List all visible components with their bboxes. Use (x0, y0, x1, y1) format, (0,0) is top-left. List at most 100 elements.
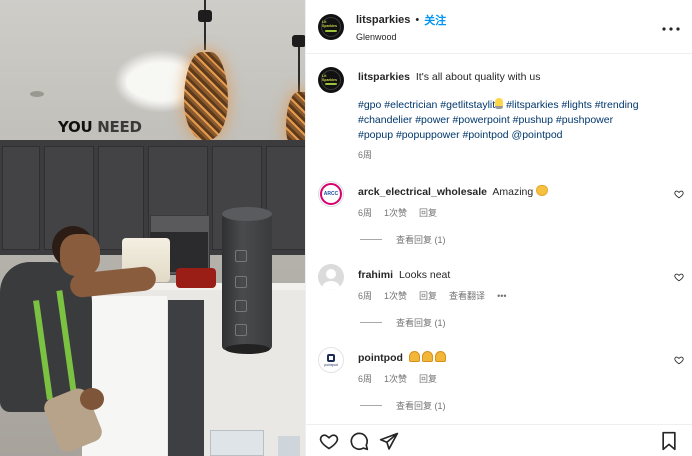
pod-usb-socket (235, 250, 247, 262)
pendant-cord-2 (298, 40, 300, 95)
commenter-avatar[interactable]: ARCC (318, 181, 344, 207)
hashtags-line-1b[interactable]: #litsparkies #lights #trending (503, 99, 639, 111)
pod-power-socket (235, 300, 247, 312)
more-options-icon[interactable] (662, 19, 680, 35)
comment-like-icon[interactable] (674, 355, 684, 365)
counter-shadow (168, 300, 204, 456)
share-icon[interactable] (378, 430, 400, 452)
avatar-ring: ARCC (320, 183, 342, 205)
post-action-bar (306, 424, 692, 456)
comment-icon[interactable] (348, 430, 370, 452)
comment-item: frahimi Looks neat 6周 1次赞 回复 查看翻译 ••• (306, 264, 692, 304)
default-avatar-head (326, 269, 336, 279)
view-replies[interactable]: 查看回复 (1) (306, 399, 692, 412)
commenter-username[interactable]: pointpod (358, 352, 403, 364)
comment-glyph (350, 432, 369, 450)
caption-age[interactable]: 6周 (358, 148, 678, 163)
pray-emoji-icon (408, 351, 420, 362)
comment-text: Amazing (492, 186, 534, 198)
reply-button[interactable]: 回复 (419, 206, 437, 221)
comment-meta: 6周 1次赞 回复 查看翻译 ••• (358, 289, 658, 304)
post-media[interactable]: YOU NEED (0, 0, 305, 456)
commenter-username[interactable]: frahimi (358, 269, 393, 281)
comment-body: arck_electrical_wholesale Amazing 6周 1次赞… (358, 181, 658, 221)
replies-line (360, 322, 382, 323)
comment-meta: 6周 1次赞 回复 (358, 372, 658, 387)
product-box (278, 436, 300, 456)
comment-item: ARCC arck_electrical_wholesale Amazing 6… (306, 181, 692, 221)
hashtags-line-2[interactable]: #chandelier #power #powerpoint #pushup #… (358, 114, 613, 126)
translate-button[interactable]: 查看翻译 (449, 289, 485, 304)
pendant-cap-2 (292, 35, 305, 47)
caption-text: It's all about quality with us (415, 71, 541, 83)
pod-power-socket (235, 276, 247, 288)
downlight-small (30, 91, 44, 97)
reply-button[interactable]: 回复 (419, 289, 437, 304)
comment-likes[interactable]: 1次赞 (384, 289, 407, 304)
pod-power-socket (235, 324, 247, 336)
view-replies[interactable]: 查看回复 (1) (306, 233, 692, 246)
pray-emoji-icon (421, 351, 433, 362)
header-row: litsparkies • 关注 (356, 12, 446, 28)
separator-dot: • (415, 13, 420, 26)
commenter-avatar[interactable]: pointpod (318, 347, 344, 373)
pendant-cord (204, 0, 206, 50)
pod-cap (222, 207, 272, 221)
comment-line: arck_electrical_wholesale Amazing (358, 185, 658, 200)
view-replies-label[interactable]: 查看回复 (1) (396, 316, 446, 329)
electrician-head (60, 234, 100, 276)
avatar-logo-text: Lit Sparkies (322, 73, 337, 82)
avatar-logo-text: ARCC (323, 191, 339, 197)
comment-like-icon[interactable] (674, 272, 684, 282)
bookmark-glyph (662, 431, 676, 450)
pod-base (225, 344, 270, 354)
post-caption: Lit Sparkies litsparkies It's all about … (306, 55, 692, 163)
post-location[interactable]: Glenwood (356, 32, 446, 42)
author-avatar[interactable]: Lit Sparkies (318, 13, 344, 40)
hashtags-line-1[interactable]: #gpo #electrician #getlitstaylit (358, 99, 495, 111)
share-glyph (379, 432, 399, 450)
overlay-word-need: NEED (97, 118, 142, 136)
comment-likes[interactable]: 1次赞 (384, 372, 407, 387)
caption-username[interactable]: litsparkies (358, 71, 410, 83)
product-box (210, 430, 264, 456)
avatar-logo: Lit Sparkies (321, 16, 341, 37)
default-avatar-body (322, 281, 340, 290)
comment-age[interactable]: 6周 (358, 289, 372, 304)
avatar-logo-bar (325, 29, 337, 32)
avatar-logo-text: Lit Sparkies (322, 20, 337, 28)
reply-button[interactable]: 回复 (419, 372, 437, 387)
caption-avatar[interactable]: Lit Sparkies (318, 67, 344, 93)
follow-button[interactable]: 关注 (424, 12, 446, 28)
author-username[interactable]: litsparkies (356, 14, 410, 26)
comment-like-icon[interactable] (674, 189, 684, 199)
cabinet-door (2, 146, 40, 250)
bookmark-icon[interactable] (658, 430, 680, 452)
media-overlay-text: YOU NEED (58, 118, 142, 136)
heart-glyph (319, 433, 339, 449)
comment-age[interactable]: 6周 (358, 206, 372, 221)
avatar-logo: Lit Sparkies (321, 70, 341, 90)
comment-age[interactable]: 6周 (358, 372, 372, 387)
commenter-avatar[interactable] (318, 264, 344, 290)
post-side-panel: Lit Sparkies litsparkies • 关注 Glenwood L… (305, 0, 692, 456)
view-replies[interactable]: 查看回复 (1) (306, 316, 692, 329)
comment-more-icon[interactable]: ••• (497, 289, 506, 304)
caption-body: litsparkies It's all about quality with … (358, 67, 678, 163)
cabinet-door (98, 146, 144, 250)
comment-likes[interactable]: 1次赞 (384, 206, 407, 221)
view-replies-label[interactable]: 查看回复 (1) (396, 399, 446, 412)
comment-body: pointpod 6周 1次赞 回复 (358, 347, 658, 387)
caption-hashtags: #gpo #electrician #getlitstaylit #litspa… (358, 98, 678, 143)
more-options-glyph (662, 26, 680, 31)
heart-icon[interactable] (318, 430, 340, 452)
hashtags-line-3[interactable]: #popup #popuppower #pointpod @pointpod (358, 129, 563, 141)
view-replies-label[interactable]: 查看回复 (1) (396, 233, 446, 246)
electrician-knee (80, 388, 104, 410)
comment-body: frahimi Looks neat 6周 1次赞 回复 查看翻译 ••• (358, 264, 658, 304)
pray-emoji-icon (434, 351, 446, 362)
comment-item: pointpod pointpod 6周 1次赞 回复 (306, 347, 692, 387)
comments-scroll-area[interactable]: Lit Sparkies litsparkies It's all about … (306, 55, 692, 424)
comment-text: Looks neat (398, 269, 451, 281)
commenter-username[interactable]: arck_electrical_wholesale (358, 186, 487, 198)
